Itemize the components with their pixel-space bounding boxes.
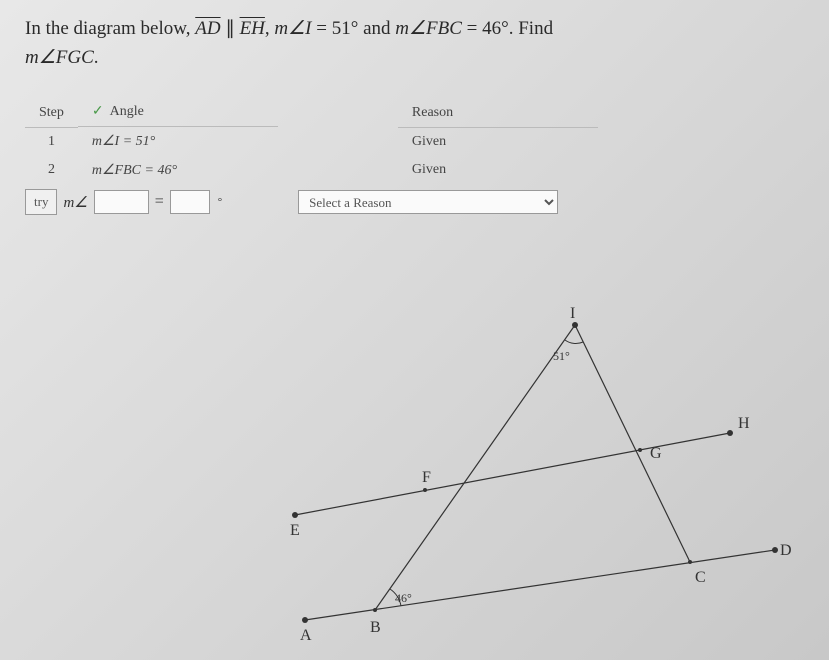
- segment-AD: AD: [195, 18, 220, 39]
- degree-symbol: °: [218, 196, 222, 208]
- angle-FBC-value: 46°: [482, 18, 509, 39]
- reason-select[interactable]: Select a Reason: [298, 190, 558, 214]
- check-icon: ✓: [92, 104, 104, 119]
- point-A-dot: [302, 617, 308, 623]
- segment-EH: EH: [240, 18, 265, 39]
- angle-I-lhs: m∠I: [274, 18, 311, 39]
- angle-FBC-lhs: m∠FBC: [395, 18, 462, 39]
- find-angle: m∠FGC: [25, 47, 94, 68]
- point-B-dot: [373, 608, 377, 612]
- angle-prefix: m∠: [63, 193, 87, 212]
- label-I: I: [570, 305, 575, 322]
- point-H-dot: [727, 430, 733, 436]
- step-column: Step 1 2: [25, 99, 78, 184]
- point-C-dot: [688, 560, 692, 564]
- proof-table: Step 1 2 ✓Angle m∠I = 51° m∠FBC = 46° Re…: [25, 97, 804, 185]
- geometry-diagram: A B C D E F G H I 51° 46°: [170, 300, 800, 650]
- try-button[interactable]: try: [25, 189, 57, 215]
- label-H: H: [738, 415, 750, 432]
- input-row: try m∠ = ° Select a Reason: [25, 189, 804, 215]
- reason-column: Reason Given Given: [398, 99, 598, 184]
- parallel-symbol: ∥: [221, 18, 240, 39]
- label-C: C: [695, 569, 706, 586]
- point-I-dot: [572, 322, 578, 328]
- angle-name-input[interactable]: [94, 190, 149, 214]
- angle-column: ✓Angle m∠I = 51° m∠FBC = 46°: [78, 97, 278, 185]
- label-E: E: [290, 522, 300, 539]
- point-G-dot: [638, 448, 642, 452]
- row-1-angle: m∠I = 51°: [78, 127, 278, 157]
- row-2-angle: m∠FBC = 46°: [78, 156, 278, 185]
- row-2-reason: Given: [398, 156, 598, 184]
- angle-value-input[interactable]: [170, 190, 210, 214]
- header-step: Step: [25, 99, 78, 128]
- point-E-dot: [292, 512, 298, 518]
- label-G: G: [650, 445, 662, 462]
- label-A: A: [300, 627, 312, 644]
- label-B: B: [370, 619, 381, 636]
- step-1: 1: [25, 127, 78, 156]
- line-EH: [295, 433, 730, 515]
- label-D: D: [780, 542, 792, 559]
- angle-label-46: 46°: [395, 591, 412, 605]
- label-F: F: [422, 469, 431, 486]
- angle-I-value: 51°: [332, 18, 359, 39]
- point-D-dot: [772, 547, 778, 553]
- step-2: 2: [25, 156, 78, 184]
- row-1-reason: Given: [398, 127, 598, 156]
- problem-statement: In the diagram below, AD ∥ EH, m∠I = 51°…: [25, 15, 804, 72]
- header-angle: ✓Angle: [78, 97, 278, 127]
- angle-arc-I: [565, 340, 583, 344]
- header-reason: Reason: [398, 99, 598, 128]
- point-F-dot: [423, 488, 427, 492]
- equals-sign: =: [155, 193, 164, 211]
- angle-label-51: 51°: [553, 349, 570, 363]
- text: In the diagram below,: [25, 18, 195, 39]
